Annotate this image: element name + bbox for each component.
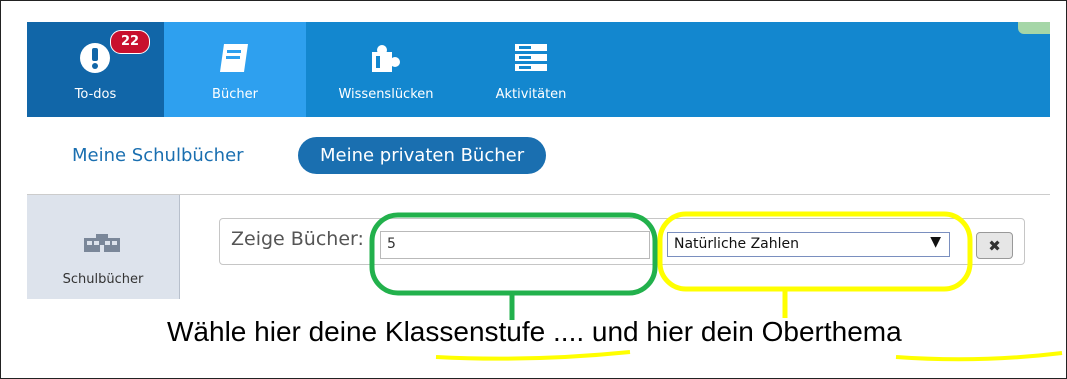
yellow-highlight-circle	[657, 211, 973, 292]
oberthema-underline	[895, 351, 1063, 362]
green-highlight-circle	[369, 212, 658, 296]
caption-oberthema: Oberthema	[761, 316, 902, 347]
klassenstufe-underline	[435, 350, 631, 361]
caption-part1: Wähle hier deine	[167, 316, 385, 347]
caption-part2: .... und hier dein	[545, 316, 762, 347]
caption-klassenstufe: Klassenstufe	[384, 316, 546, 347]
annotation-caption: Wähle hier deine Klassenstufe .... und h…	[167, 316, 902, 348]
